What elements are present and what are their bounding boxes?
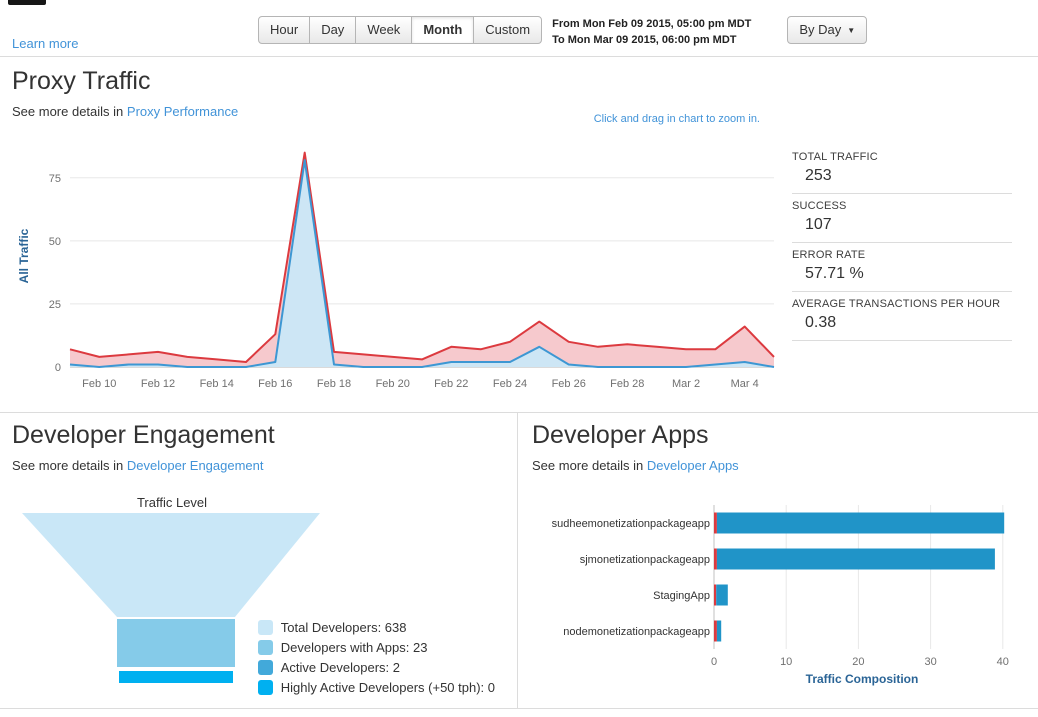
bottom-panels: Developer Engagement See more details in… xyxy=(0,413,1038,709)
svg-text:sjmonetizationpackageapp: sjmonetizationpackageapp xyxy=(580,554,710,566)
engagement-details: See more details in Developer Engagement xyxy=(12,458,505,473)
learn-more-link[interactable]: Learn more xyxy=(12,36,78,51)
svg-text:StagingApp: StagingApp xyxy=(653,590,710,602)
proxy-traffic-chart[interactable]: 0 25 50 75 Feb 10 Feb 12 Feb 14 Feb 16 Feb 18 Feb… xyxy=(12,131,784,399)
caret-down-icon: ▼ xyxy=(847,26,856,35)
svg-text:50: 50 xyxy=(49,236,61,248)
stat-value: 57.71 % xyxy=(805,265,864,282)
stat-value: 0.38 xyxy=(805,314,837,331)
range-button-month[interactable]: Month xyxy=(411,16,475,45)
proxy-details: See more details in Proxy Performance xyxy=(12,104,1026,119)
time-controls: Hour Day Week Month Custom From Mon Feb … xyxy=(258,16,868,49)
legend-label: Active Developers: 2 xyxy=(280,660,400,675)
legend-item: Developers with Apps: 23 xyxy=(257,640,495,655)
svg-text:Feb 24: Feb 24 xyxy=(493,378,527,390)
stat-error-rate: ERROR RATE 57.71 % xyxy=(792,245,1012,292)
apps-details: See more details in Developer Apps xyxy=(532,458,1024,473)
range-button-hour[interactable]: Hour xyxy=(258,16,311,45)
svg-text:nodemonetizationpackageapp: nodemonetizationpackageapp xyxy=(563,626,710,638)
svg-text:Feb 18: Feb 18 xyxy=(317,378,351,390)
svg-text:10: 10 xyxy=(780,656,792,668)
navbar-remnant xyxy=(8,0,46,5)
range-button-day[interactable]: Day xyxy=(309,16,357,45)
legend-item: Total Developers: 638 xyxy=(257,620,495,635)
svg-text:All Traffic: All Traffic xyxy=(17,228,31,283)
date-to: To Mon Mar 09 2015, 06:00 pm MDT xyxy=(552,33,737,46)
developer-engagement-section: Developer Engagement See more details in… xyxy=(0,413,517,708)
stat-label: SUCCESS xyxy=(792,200,847,212)
details-text: See more details in xyxy=(532,458,644,473)
svg-text:Traffic Composition: Traffic Composition xyxy=(806,672,919,686)
svg-text:Feb 16: Feb 16 xyxy=(258,378,292,390)
group-by-dropdown[interactable]: By Day ▼ xyxy=(787,16,868,45)
svg-text:30: 30 xyxy=(924,656,936,668)
range-button-custom[interactable]: Custom xyxy=(473,16,543,45)
stat-label: AVERAGE TRANSACTIONS PER HOUR xyxy=(792,298,1001,310)
zoom-hint: Click and drag in chart to zoom in. xyxy=(593,113,760,125)
date-range: From Mon Feb 09 2015, 05:00 pm MDT To Mo… xyxy=(552,16,751,49)
stat-value: 107 xyxy=(805,216,832,233)
svg-text:0: 0 xyxy=(711,656,717,668)
svg-text:0: 0 xyxy=(55,362,61,374)
proxy-performance-link[interactable]: Proxy Performance xyxy=(127,104,238,119)
stat-success: SUCCESS 107 xyxy=(792,196,1012,243)
funnel-title: Traffic Level xyxy=(136,495,208,510)
svg-text:75: 75 xyxy=(49,173,61,185)
svg-text:25: 25 xyxy=(49,299,61,311)
stat-label: TOTAL TRAFFIC xyxy=(792,151,878,163)
svg-text:Feb 28: Feb 28 xyxy=(610,378,644,390)
svg-text:20: 20 xyxy=(852,656,864,668)
proxy-traffic-section: Proxy Traffic See more details in Proxy … xyxy=(0,57,1038,413)
developer-apps-section: Developer Apps See more details in Devel… xyxy=(517,413,1038,708)
svg-text:Feb 14: Feb 14 xyxy=(200,378,234,390)
details-text: See more details in xyxy=(12,104,124,119)
svg-text:Mar 2: Mar 2 xyxy=(672,378,700,390)
funnel-area: Traffic Level Total Developers: 638 Devel… xyxy=(12,495,505,695)
developer-engagement-title: Developer Engagement xyxy=(12,421,275,449)
svg-text:40: 40 xyxy=(997,656,1009,668)
date-from: From Mon Feb 09 2015, 05:00 pm MDT xyxy=(552,18,752,30)
svg-text:Feb 26: Feb 26 xyxy=(552,378,586,390)
toolbar: Learn more Hour Day Week Month Custom Fr… xyxy=(0,0,1038,57)
traffic-stats: TOTAL TRAFFIC 253 SUCCESS 107 ERROR RATE… xyxy=(792,147,1012,399)
legend-swatch-icon xyxy=(257,640,273,655)
legend-swatch-icon xyxy=(257,680,273,695)
legend-swatch-icon xyxy=(257,660,273,675)
stat-label: ERROR RATE xyxy=(792,249,866,261)
svg-text:Mar 4: Mar 4 xyxy=(731,378,759,390)
stat-total-traffic: TOTAL TRAFFIC 253 xyxy=(792,147,1012,194)
proxy-chart-row: 0 25 50 75 Feb 10 Feb 12 Feb 14 Feb 16 Feb 18 Feb… xyxy=(12,131,1026,399)
legend-label: Developers with Apps: 23 xyxy=(280,640,428,655)
svg-text:Feb 12: Feb 12 xyxy=(141,378,175,390)
stat-avg-tph: AVERAGE TRANSACTIONS PER HOUR 0.38 xyxy=(792,294,1012,341)
range-button-week[interactable]: Week xyxy=(355,16,413,45)
svg-text:Feb 10: Feb 10 xyxy=(82,378,116,390)
legend-label: Total Developers: 638 xyxy=(280,620,407,635)
legend-item: Highly Active Developers (+50 tph): 0 xyxy=(257,680,495,695)
proxy-traffic-title: Proxy Traffic xyxy=(12,67,151,95)
time-range-button-group: Hour Day Week Month Custom xyxy=(258,16,543,45)
svg-text:sudheemonetizationpackageapp: sudheemonetizationpackageapp xyxy=(552,518,710,530)
svg-text:Feb 22: Feb 22 xyxy=(434,378,468,390)
legend-item: Active Developers: 2 xyxy=(257,660,495,675)
svg-text:Feb 20: Feb 20 xyxy=(376,378,410,390)
developer-engagement-link[interactable]: Developer Engagement xyxy=(127,458,264,473)
group-by-label: By Day xyxy=(799,22,842,37)
funnel-legend: Total Developers: 638 Developers with App… xyxy=(257,615,495,695)
developer-apps-link[interactable]: Developer Apps xyxy=(647,458,739,473)
legend-label: Highly Active Developers (+50 tph): 0 xyxy=(280,680,495,695)
developer-apps-chart: 0 10 20 30 40 sudheemonetizationpackageapp sjm… xyxy=(552,505,1009,686)
stat-value: 253 xyxy=(805,167,832,184)
details-text: See more details in xyxy=(12,458,124,473)
legend-swatch-icon xyxy=(257,620,273,635)
developer-apps-title: Developer Apps xyxy=(532,421,709,449)
